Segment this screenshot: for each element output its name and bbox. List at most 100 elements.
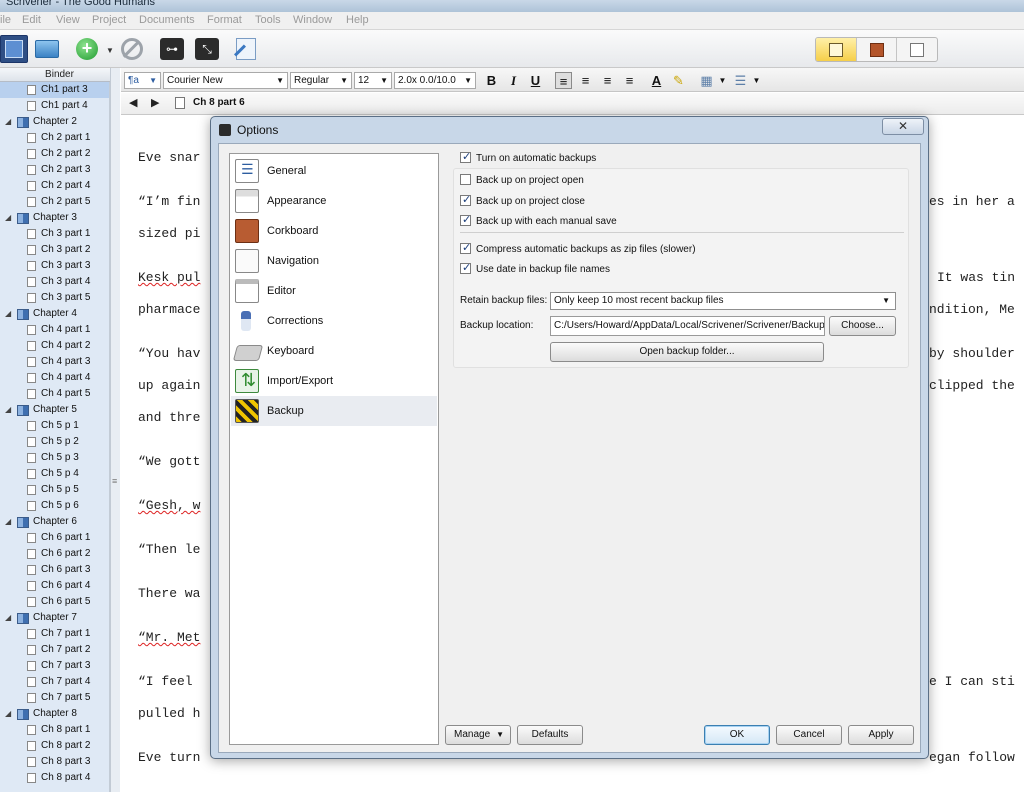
binder-document[interactable]: Ch 5 p 2	[0, 434, 119, 450]
underline-button[interactable]: U	[527, 72, 544, 89]
turn-on-backups-checkbox[interactable]: Turn on automatic backups	[460, 150, 596, 164]
menu-view[interactable]: View	[56, 14, 80, 26]
back-arrow-icon[interactable]: ◀	[129, 96, 137, 109]
bold-button[interactable]: B	[483, 72, 500, 89]
manage-button[interactable]: Manage ▼	[445, 725, 511, 745]
binder-document[interactable]: Ch 4 part 2	[0, 338, 119, 354]
corkboard-view-button[interactable]	[857, 38, 898, 61]
line-spacing-select[interactable]: 2.0x 0.0/10.0 ▼	[394, 72, 476, 89]
binder-folder[interactable]: ◢ Chapter 4	[0, 306, 119, 322]
menu-file[interactable]: ile	[0, 14, 11, 26]
table-button[interactable]: ▦	[698, 72, 715, 89]
close-button[interactable]: ✕	[882, 118, 924, 135]
delete-button[interactable]	[118, 35, 146, 63]
binder-document[interactable]: Ch 8 part 2	[0, 738, 119, 754]
binder-folder[interactable]: ◢ Chapter 8	[0, 706, 119, 722]
use-date-checkbox[interactable]: Use date in backup file names	[460, 261, 610, 275]
category-import-export[interactable]: Import/Export	[231, 366, 437, 396]
menu-format[interactable]: Format	[207, 14, 242, 26]
binder-document[interactable]: Ch 8 part 1	[0, 722, 119, 738]
retain-backups-select[interactable]: Only keep 10 most recent backup files ▼	[550, 292, 896, 310]
menu-window[interactable]: Window	[293, 14, 332, 26]
binder-document[interactable]: Ch 8 part 4	[0, 770, 119, 786]
defaults-button[interactable]: Defaults	[517, 725, 583, 745]
menu-edit[interactable]: Edit	[22, 14, 41, 26]
backup-on-save-checkbox[interactable]: Back up with each manual save	[460, 213, 617, 227]
category-backup[interactable]: Backup	[231, 396, 437, 426]
table-dropdown-icon[interactable]: ▼	[714, 72, 731, 89]
backup-on-open-checkbox[interactable]: Back up on project open	[460, 174, 584, 186]
forward-arrow-icon[interactable]: ▶	[151, 96, 159, 109]
binder-document[interactable]: Ch 2 part 3	[0, 162, 119, 178]
font-size-select[interactable]: 12 ▼	[354, 72, 392, 89]
italic-button[interactable]: I	[505, 72, 522, 89]
binder-document[interactable]: Ch 6 part 3	[0, 562, 119, 578]
apply-button[interactable]: Apply	[848, 725, 914, 745]
highlight-button[interactable]: ✎	[670, 72, 687, 89]
category-editor[interactable]: Editor	[231, 276, 437, 306]
binder-document[interactable]: Ch 6 part 1	[0, 530, 119, 546]
binder-document[interactable]: Ch 3 part 2	[0, 242, 119, 258]
binder-document[interactable]: Ch 5 p 3	[0, 450, 119, 466]
binder-document[interactable]: Ch 2 part 1	[0, 130, 119, 146]
menu-project[interactable]: Project	[92, 14, 126, 26]
binder-document[interactable]: Ch 7 part 5	[0, 690, 119, 706]
binder-folder[interactable]: ◢ Chapter 6	[0, 514, 119, 530]
document-title[interactable]: Ch 8 part 6	[193, 97, 245, 108]
inspector-button[interactable]	[232, 35, 260, 63]
align-left-button[interactable]: ≡	[555, 72, 572, 89]
binder-document[interactable]: Ch 7 part 2	[0, 642, 119, 658]
menu-tools[interactable]: Tools	[255, 14, 281, 26]
expand-toggle-icon[interactable]: ◢	[5, 610, 11, 625]
binder-document[interactable]: Ch 3 part 1	[0, 226, 119, 242]
menu-help[interactable]: Help	[346, 14, 369, 26]
binder-document[interactable]: Ch 2 part 2	[0, 146, 119, 162]
compress-backups-checkbox[interactable]: Compress automatic backups as zip files …	[460, 241, 696, 255]
binder-document[interactable]: Ch 7 part 3	[0, 658, 119, 674]
category-corkboard[interactable]: Corkboard	[231, 216, 437, 246]
text-color-button[interactable]: A	[648, 72, 665, 89]
binder-document[interactable]: Ch1 part 3	[0, 82, 119, 98]
align-center-button[interactable]: ≡	[577, 72, 594, 89]
backup-on-close-checkbox[interactable]: Back up on project close	[460, 193, 585, 207]
composite-view-button[interactable]	[0, 35, 28, 63]
binder-document[interactable]: Ch 3 part 5	[0, 290, 119, 306]
category-corrections[interactable]: Corrections	[231, 306, 437, 336]
binder-document[interactable]: Ch 4 part 1	[0, 322, 119, 338]
expand-toggle-icon[interactable]: ◢	[5, 114, 11, 129]
choose-button[interactable]: Choose...	[829, 316, 896, 336]
category-keyboard[interactable]: Keyboard	[231, 336, 437, 366]
binder-folder[interactable]: ◢ Chapter 5	[0, 402, 119, 418]
list-dropdown-icon[interactable]: ▼	[748, 72, 765, 89]
binder-document[interactable]: Ch 2 part 5	[0, 194, 119, 210]
binder-splitter[interactable]: ≡	[110, 68, 120, 792]
keywords-button[interactable]: ⊶	[158, 35, 186, 63]
align-justify-button[interactable]: ≡	[599, 72, 616, 89]
new-folder-button[interactable]	[33, 35, 61, 63]
font-weight-select[interactable]: Regular ▼	[290, 72, 352, 89]
expand-toggle-icon[interactable]: ◢	[5, 306, 11, 321]
binder-document[interactable]: Ch 5 p 5	[0, 482, 119, 498]
outliner-view-button[interactable]	[897, 38, 937, 61]
font-family-select[interactable]: Courier New ▼	[163, 72, 288, 89]
add-document-button[interactable]: +	[73, 35, 101, 63]
expand-toggle-icon[interactable]: ◢	[5, 210, 11, 225]
binder-document[interactable]: Ch 6 part 2	[0, 546, 119, 562]
binder-folder[interactable]: ◢ Chapter 3	[0, 210, 119, 226]
expand-toggle-icon[interactable]: ◢	[5, 402, 11, 417]
category-navigation[interactable]: Navigation	[231, 246, 437, 276]
binder-document[interactable]: Ch 7 part 1	[0, 626, 119, 642]
category-appearance[interactable]: Appearance	[231, 186, 437, 216]
binder-document[interactable]: Ch 2 part 4	[0, 178, 119, 194]
binder-document[interactable]: Ch1 part 4	[0, 98, 119, 114]
binder-document[interactable]: Ch 6 part 5	[0, 594, 119, 610]
add-dropdown-icon[interactable]: ▼	[106, 46, 114, 55]
scrivenings-view-button[interactable]	[816, 38, 857, 61]
binder-folder[interactable]: ◢ Chapter 7	[0, 610, 119, 626]
menu-documents[interactable]: Documents	[139, 14, 195, 26]
cancel-button[interactable]: Cancel	[776, 725, 842, 745]
backup-location-field[interactable]: C:/Users/Howard/AppData/Local/Scrivener/…	[550, 316, 825, 336]
binder-document[interactable]: Ch 6 part 4	[0, 578, 119, 594]
paragraph-style-select[interactable]: ¶a ▼	[124, 72, 161, 89]
expand-toggle-icon[interactable]: ◢	[5, 514, 11, 529]
